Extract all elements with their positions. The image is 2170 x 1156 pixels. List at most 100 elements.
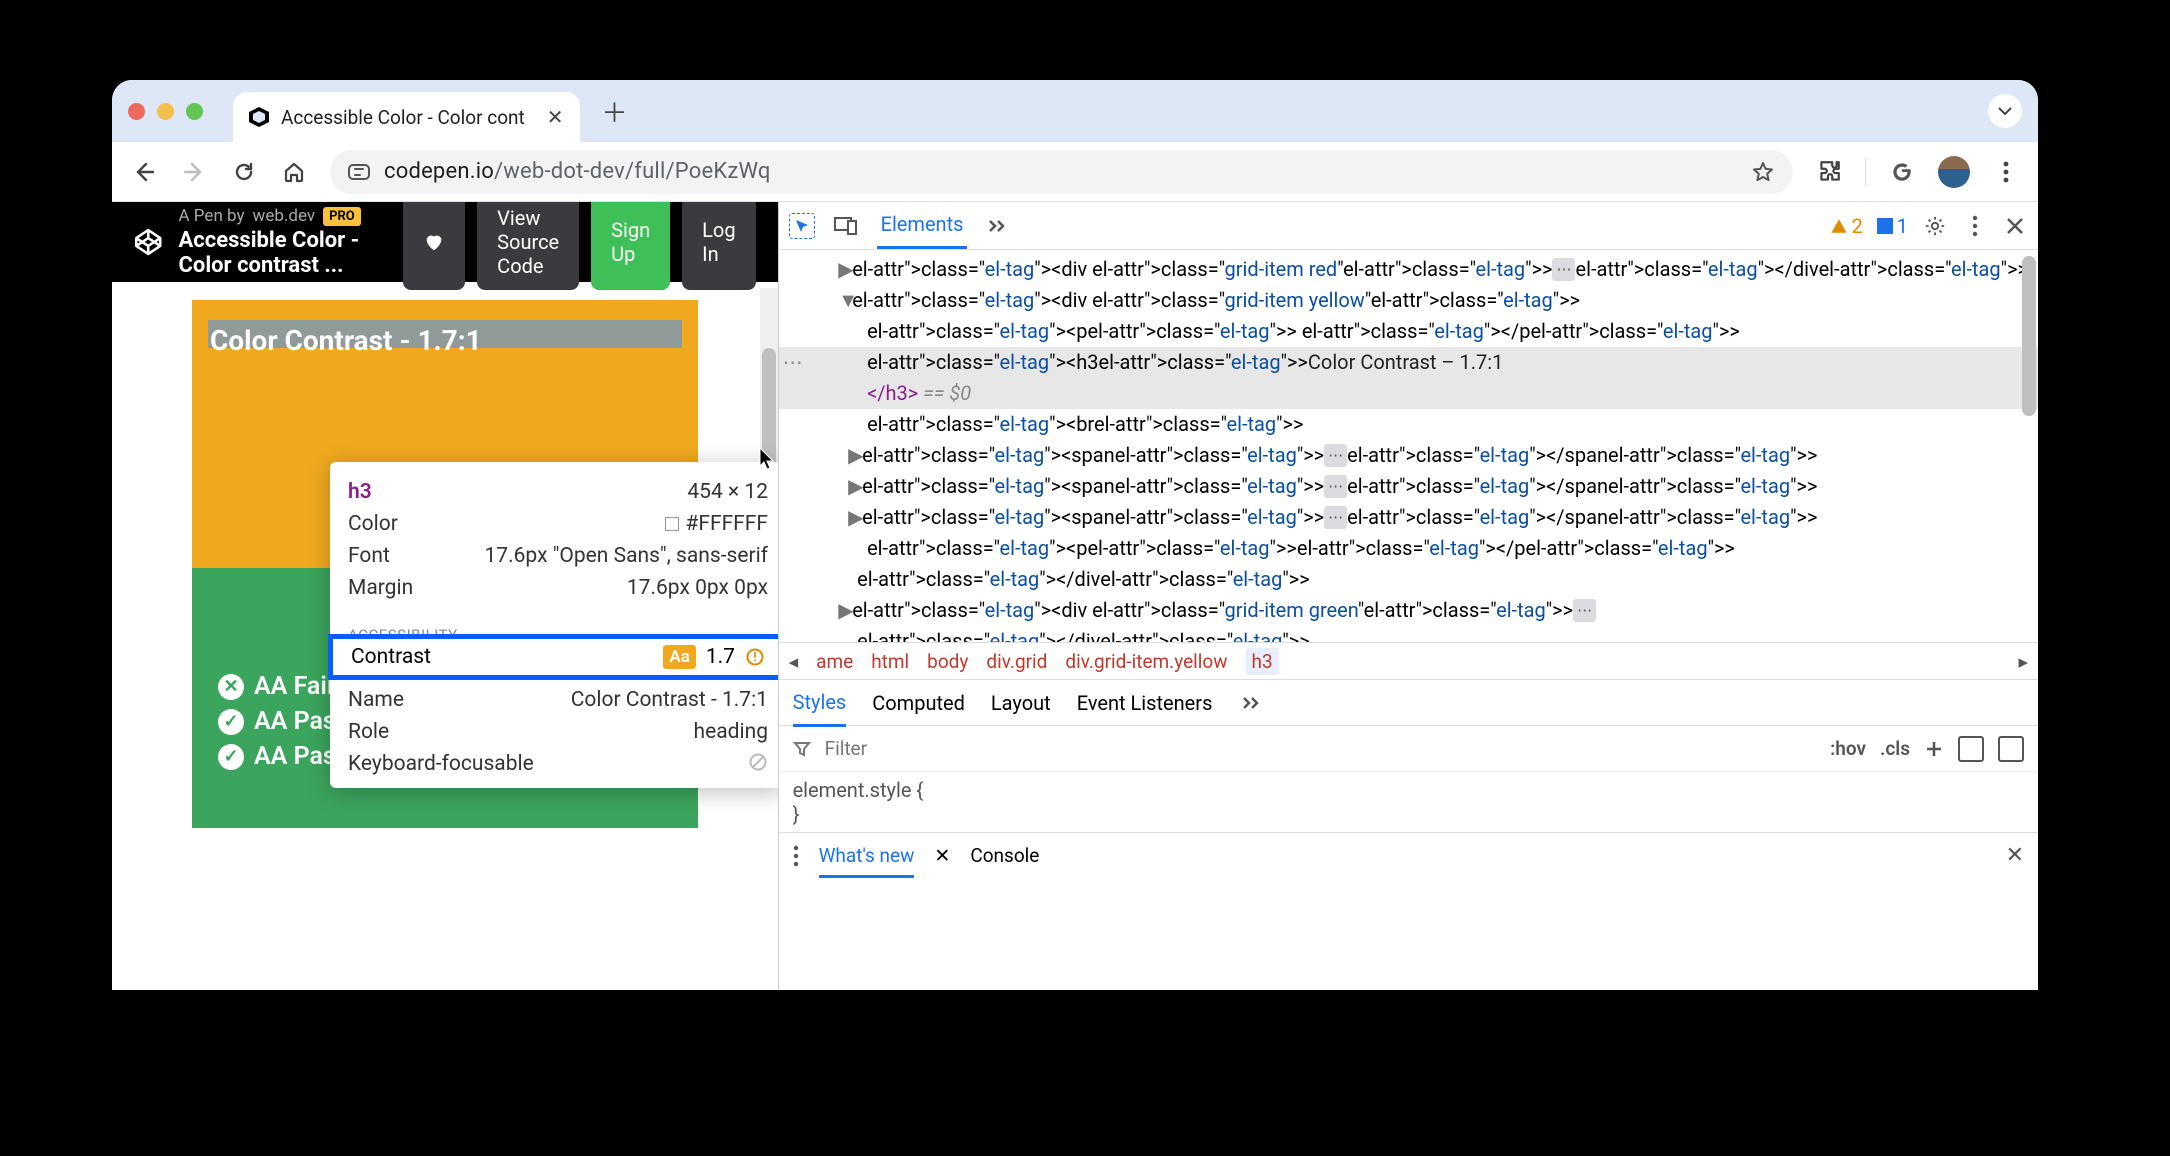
codepen-logo-icon[interactable] <box>134 218 163 266</box>
forward-button[interactable] <box>180 158 208 186</box>
styles-pane[interactable]: element.style { } <box>779 772 2038 832</box>
site-info-icon[interactable] <box>348 164 370 180</box>
elements-scrollbar-thumb[interactable] <box>2022 256 2036 416</box>
filter-icon <box>793 740 811 758</box>
breadcrumb-right-icon[interactable]: ▸ <box>2018 650 2028 673</box>
back-button[interactable] <box>130 158 158 186</box>
inspect-element-button[interactable] <box>789 213 815 239</box>
browser-window: Accessible Color - Color cont ✕ ＋ codepe… <box>112 80 2038 990</box>
pass-icon: ✓ <box>218 709 244 735</box>
devtools-menu-button[interactable] <box>1962 213 1988 239</box>
traffic-lights <box>128 103 203 120</box>
browser-menu-button[interactable] <box>1992 158 2020 186</box>
close-window-button[interactable] <box>128 103 145 120</box>
element-tree-line[interactable]: ⋯ el-attr">class="el-tag"><h3el-attr">cl… <box>779 347 2038 378</box>
element-tree-line[interactable]: el-attr">class="el-tag"><brel-attr">clas… <box>779 409 2038 440</box>
home-button[interactable] <box>280 158 308 186</box>
issues-badge[interactable]: 1 <box>1877 214 1908 238</box>
bookmark-button[interactable] <box>1751 160 1775 184</box>
breadcrumb-item[interactable]: ame <box>816 650 853 673</box>
subtab-computed[interactable]: Computed <box>872 691 965 715</box>
hov-toggle[interactable]: :hov <box>1830 737 1866 760</box>
styles-filter-input[interactable] <box>825 737 1816 760</box>
element-style-open: element.style { <box>793 778 2024 802</box>
tooltip-a11y-heading: ACCESSIBILITY <box>330 612 778 634</box>
like-button[interactable] <box>403 202 465 290</box>
close-tab-button[interactable]: ✕ <box>547 105 564 129</box>
close-icon <box>2006 217 2024 235</box>
extensions-button[interactable] <box>1815 158 1843 186</box>
yellow-h3: Color Contrast - 1.7:1 <box>210 324 482 357</box>
minimize-window-button[interactable] <box>157 103 174 120</box>
warning-icon <box>745 647 765 667</box>
fail-icon: ✕ <box>218 674 244 700</box>
tooltip-dimensions: 454 × 12 <box>687 480 768 504</box>
tooltip-row: Font17.6px "Open Sans", sans-serif <box>348 540 768 572</box>
issue-flag-icon <box>1877 218 1893 234</box>
breadcrumb-item[interactable]: div.grid-item.yellow <box>1065 650 1227 673</box>
drawer-menu-button[interactable] <box>793 845 799 867</box>
mouse-cursor-icon <box>758 446 778 472</box>
arrow-left-icon <box>132 160 156 184</box>
devtools-close-button[interactable] <box>2002 213 2028 239</box>
url-text: codepen.io/web-dot-dev/full/PoeKzWq <box>384 159 771 184</box>
pass-icon: ✓ <box>218 744 244 770</box>
more-tabs-button[interactable] <box>985 213 1011 239</box>
element-tree-line[interactable]: ▶el-attr">class="el-tag"><spanel-attr">c… <box>779 440 2038 471</box>
view-source-button[interactable]: View Source Code <box>477 202 579 290</box>
breadcrumb-item[interactable]: h3 <box>1246 648 1279 675</box>
element-tree-line[interactable]: el-attr">class="el-tag"><pel-attr">class… <box>779 316 2038 347</box>
reload-button[interactable] <box>230 158 258 186</box>
breadcrumb-item[interactable]: body <box>927 650 968 673</box>
profile-avatar[interactable] <box>1938 156 1970 188</box>
google-g-icon <box>1889 159 1915 185</box>
tab-search-button[interactable] <box>1988 94 2022 128</box>
element-tree-line[interactable]: ▶el-attr">class="el-tag"><div el-attr">c… <box>779 595 2038 626</box>
tooltip-contrast-label: Contrast <box>351 645 431 669</box>
elements-breadcrumb[interactable]: ◂ amehtml body div.grid div.grid-item.yello… <box>779 642 2038 680</box>
subtab-eventlisteners[interactable]: Event Listeners <box>1077 691 1213 715</box>
codepen-favicon-icon <box>249 107 269 127</box>
drawer-tab-whatsnew-close[interactable]: ✕ <box>934 844 950 867</box>
devtools-settings-button[interactable] <box>1922 213 1948 239</box>
tab-title: Accessible Color - Color cont <box>281 106 525 129</box>
tooltip-contrast-row: Contrast Aa 1.7 <box>328 634 778 680</box>
login-button[interactable]: Log In <box>682 202 755 290</box>
contrast-sample-chip: Aa <box>663 645 695 669</box>
element-tree-line[interactable]: el-attr">class="el-tag"></divel-attr">cl… <box>779 626 2038 642</box>
new-tab-button[interactable]: ＋ <box>602 93 628 130</box>
warnings-badge[interactable]: 2 <box>1830 214 1863 238</box>
element-tree-line[interactable]: el-attr">class="el-tag"><pel-attr">class… <box>779 533 2038 564</box>
element-tree-line[interactable]: ▶el-attr">class="el-tag"><div el-attr">c… <box>779 254 2038 285</box>
element-tree-line[interactable]: ▶el-attr">class="el-tag"><spanel-attr">c… <box>779 471 2038 502</box>
device-toolbar-button[interactable] <box>833 213 859 239</box>
element-tree-line[interactable]: el-attr">class="el-tag"></divel-attr">cl… <box>779 564 2038 595</box>
toolbar-divider <box>1865 158 1866 186</box>
address-bar[interactable]: codepen.io/web-dot-dev/full/PoeKzWq <box>330 150 1793 194</box>
reload-icon <box>232 160 256 184</box>
subtab-styles[interactable]: Styles <box>793 690 847 727</box>
grid-editor-icon[interactable] <box>1998 736 2024 762</box>
breadcrumb-item[interactable]: html <box>871 650 909 673</box>
maximize-window-button[interactable] <box>186 103 203 120</box>
drawer-close-button[interactable]: ✕ <box>2006 843 2024 868</box>
drawer-tab-console[interactable]: Console <box>970 844 1039 867</box>
breadcrumb-item[interactable]: div.grid <box>986 650 1047 673</box>
flexbox-editor-icon[interactable] <box>1958 736 1984 762</box>
drawer-tab-whatsnew[interactable]: What's new <box>819 844 915 878</box>
devtools-tab-elements[interactable]: Elements <box>877 202 968 249</box>
elements-tree[interactable]: ▶el-attr">class="el-tag"><div el-attr">c… <box>779 250 2038 642</box>
signup-button[interactable]: Sign Up <box>591 202 670 290</box>
google-account-button[interactable] <box>1888 158 1916 186</box>
element-tree-line[interactable]: </h3> == $0 <box>779 378 2038 409</box>
subtab-layout[interactable]: Layout <box>991 691 1051 715</box>
new-style-rule-button[interactable] <box>1924 739 1944 759</box>
browser-tab[interactable]: Accessible Color - Color cont ✕ <box>233 92 580 142</box>
element-tree-line[interactable]: ▶el-attr">class="el-tag"><spanel-attr">c… <box>779 502 2038 533</box>
cls-toggle[interactable]: .cls <box>1880 737 1910 760</box>
breadcrumb-left-icon[interactable]: ◂ <box>789 650 799 673</box>
page-viewport: A Pen by web.dev PRO Accessible Color - … <box>112 202 778 990</box>
subtab-more-icon[interactable] <box>1242 696 1262 710</box>
element-tree-line[interactable]: ▼el-attr">class="el-tag"><div el-attr">c… <box>779 285 2038 316</box>
element-inspect-tooltip: h3454 × 12 Color#FFFFFFFont17.6px "Open … <box>330 462 778 788</box>
